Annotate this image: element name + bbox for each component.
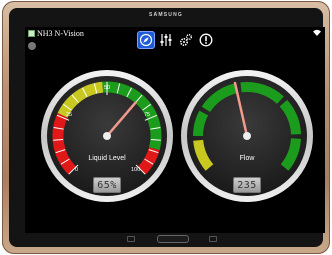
home-button[interactable]	[157, 235, 189, 243]
device-nav-bar	[9, 233, 323, 243]
gauge-graphics	[41, 70, 313, 202]
recent-apps-key[interactable]	[127, 236, 135, 242]
back-key[interactable]	[209, 236, 217, 242]
liquid-tick-100: 100	[131, 167, 141, 173]
liquid-tick-50: 50	[104, 85, 111, 91]
flow-label: Flow	[239, 155, 255, 162]
liquid-level-label: Liquid Level	[88, 155, 126, 162]
tablet-bezel: SAMSUNG NH3 N-Vision 0 25 50 75 100 Liqu…	[9, 8, 325, 247]
flow-readout: 235	[233, 177, 261, 193]
tablet-frame: SAMSUNG NH3 N-Vision 0 25 50 75 100 Liqu…	[2, 1, 330, 254]
flow-zone-segment	[193, 110, 209, 137]
liquid-tick-0: 0	[75, 167, 79, 173]
device-brand: SAMSUNG	[149, 12, 183, 18]
liquid-level-readout: 65%	[93, 177, 121, 193]
app-screen: NH3 N-Vision 0 25 50 75 100 Liquid Level…	[25, 27, 325, 233]
liquid-tick-75: 75	[144, 112, 151, 118]
liquid-tick-25: 25	[66, 112, 73, 118]
